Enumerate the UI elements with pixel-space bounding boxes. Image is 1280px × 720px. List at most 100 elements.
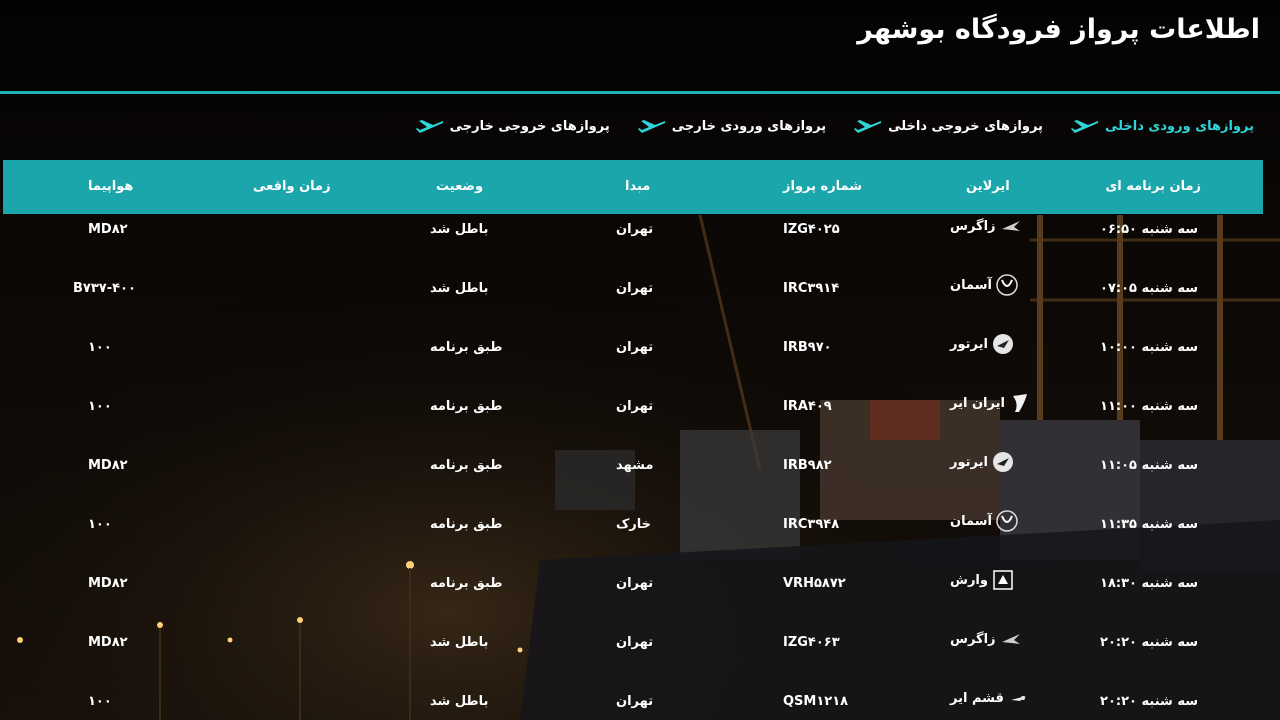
table-row: سه شنبه ۱۸:۳۰ وارش VRH۵۸۷۲ تهران طبق برنامه M… (0, 554, 1280, 613)
table-row: سه شنبه ۱۱:۰۰ ایران ایر IRA۴۰۹ تهران طبق برن… (0, 377, 1280, 436)
aseman-logo-icon (996, 510, 1018, 532)
airline-name: زاگرس (950, 218, 996, 234)
cell-scheduled-time: سه شنبه ۰۷:۰۵ (1100, 281, 1198, 296)
cell-airline: آسمان (950, 510, 1018, 532)
cell-airline: وارش (950, 569, 1014, 591)
plane-icon (637, 120, 665, 133)
table-row: سه شنبه ۰۷:۰۵ آسمان IRC۳۹۱۴ تهران باطل شد B۷۳… (0, 259, 1280, 318)
airtour-logo-icon (992, 452, 1013, 472)
plane-icon (415, 120, 443, 133)
cell-aircraft: B۷۳۷-۴۰۰ (73, 281, 136, 296)
cell-aircraft: MD۸۲ (88, 222, 128, 237)
cell-airline: ایرتور (950, 451, 1014, 473)
cell-origin: تهران (616, 694, 654, 709)
cell-airline: زاگرس (950, 628, 1022, 650)
table-row: سه شنبه ۱۰:۰۰ ایرتور IRB۹۷۰ تهران طبق برنامه… (0, 318, 1280, 377)
cell-flight-number: IRA۴۰۹ (783, 399, 832, 414)
iranair-logo-icon (1012, 394, 1027, 412)
cell-origin: تهران (616, 340, 654, 355)
header-airline: ایرلاین (966, 179, 1010, 194)
airline-name: آسمان (950, 277, 992, 293)
cell-scheduled-time: سه شنبه ۰۶:۵۰ (1100, 222, 1198, 237)
cell-aircraft: ۱۰۰ (88, 340, 112, 355)
table-row: سه شنبه ۱۱:۳۵ آسمان IRC۳۹۴۸ خارک طبق برنامه ۱… (0, 495, 1280, 554)
page-title: اطلاعات پرواز فرودگاه بوشهر (857, 14, 1260, 45)
qeshm-logo-icon (1010, 696, 1026, 701)
cell-status: طبق برنامه (430, 399, 503, 414)
tab-international-arrivals[interactable]: پروازهای ورودی خارجی (624, 111, 840, 141)
cell-origin: تهران (616, 576, 654, 591)
header-origin: مبدا (625, 179, 651, 194)
cell-airline: آسمان (950, 274, 1018, 296)
cell-scheduled-time: سه شنبه ۲۰:۲۰ (1100, 694, 1198, 709)
cell-status: باطل شد (430, 222, 489, 237)
cell-flight-number: IZG۴۰۲۵ (783, 222, 840, 237)
cell-status: طبق برنامه (430, 340, 503, 355)
cell-airline: ایرتور (950, 333, 1014, 355)
airline-name: آسمان (950, 513, 992, 529)
cell-origin: تهران (616, 281, 654, 296)
cell-status: باطل شد (430, 281, 489, 296)
varesh-logo-icon (993, 570, 1013, 590)
cell-status: طبق برنامه (430, 458, 503, 473)
cell-flight-number: IZG۴۰۶۳ (783, 635, 840, 650)
aseman-logo-icon (996, 274, 1018, 296)
plane-icon (1070, 120, 1098, 133)
cell-status: طبق برنامه (430, 576, 503, 591)
airline-name: زاگرس (950, 631, 996, 647)
airline-name: ایرتور (950, 454, 988, 470)
cell-flight-number: IRB۹۷۰ (783, 340, 832, 355)
cell-origin: تهران (616, 222, 654, 237)
cell-scheduled-time: سه شنبه ۱۱:۰۰ (1100, 399, 1198, 414)
airtour-logo-icon (992, 334, 1013, 354)
plane-icon (854, 120, 882, 133)
cell-flight-number: IRB۹۸۲ (783, 458, 832, 473)
cell-aircraft: MD۸۲ (88, 635, 128, 650)
cell-status: طبق برنامه (430, 517, 503, 532)
cell-origin: تهران (616, 399, 654, 414)
page-header: اطلاعات پرواز فرودگاه بوشهر (0, 0, 1280, 94)
header-status: وضعیت (436, 179, 484, 194)
flight-table-header: زمان برنامه ای ایرلاین شماره پرواز مبدا … (3, 160, 1263, 214)
tab-label: پروازهای خروجی داخلی (888, 118, 1043, 134)
cell-aircraft: ۱۰۰ (88, 399, 112, 414)
cell-airline: قشم ایر (950, 687, 1030, 709)
flight-table-body: سه شنبه ۰۶:۵۰ زاگرس IZG۴۰۲۵ تهران باطل شد MD۸… (0, 214, 1280, 720)
header-divider (0, 91, 1280, 94)
tab-domestic-departures[interactable]: پروازهای خروجی داخلی (840, 111, 1057, 141)
zagros-logo-icon (1001, 634, 1020, 644)
cell-aircraft: MD۸۲ (88, 576, 128, 591)
table-row: سه شنبه ۲۰:۲۰ زاگرس IZG۴۰۶۳ تهران باطل شد MD۸… (0, 613, 1280, 672)
header-actual-time: زمان واقعی (253, 179, 331, 194)
cell-origin: مشهد (616, 458, 654, 473)
header-aircraft: هواپیما (88, 179, 134, 194)
cell-origin: تهران (616, 635, 654, 650)
cell-scheduled-time: سه شنبه ۲۰:۲۰ (1100, 635, 1198, 650)
tab-domestic-arrivals[interactable]: پروازهای ورودی داخلی (1057, 111, 1268, 141)
airline-name: ایران ایر (950, 395, 1005, 411)
cell-aircraft: ۱۰۰ (88, 694, 112, 709)
header-flight-number: شماره پرواز (783, 179, 863, 194)
cell-status: باطل شد (430, 694, 489, 709)
cell-flight-number: IRC۳۹۴۸ (783, 517, 840, 532)
tab-label: پروازهای ورودی خارجی (671, 118, 827, 134)
header-scheduled-time: زمان برنامه ای (1105, 179, 1201, 194)
tab-label: پروازهای خروجی خارجی (449, 118, 610, 134)
airline-name: قشم ایر (950, 690, 1004, 706)
tab-international-departures[interactable]: پروازهای خروجی خارجی (402, 111, 624, 141)
cell-flight-number: VRH۵۸۷۲ (783, 576, 846, 591)
cell-aircraft: MD۸۲ (88, 458, 128, 473)
cell-flight-number: IRC۳۹۱۴ (783, 281, 840, 296)
cell-scheduled-time: سه شنبه ۱۰:۰۰ (1100, 340, 1198, 355)
table-row: سه شنبه ۱۱:۰۵ ایرتور IRB۹۸۲ مشهد طبق برنامه M… (0, 436, 1280, 495)
cell-origin: خارک (616, 517, 652, 532)
flight-tabs: پروازهای ورودی داخلی پروازهای خروجی داخل… (402, 111, 1268, 141)
cell-scheduled-time: سه شنبه ۱۱:۰۵ (1100, 458, 1198, 473)
cell-airline: ایران ایر (950, 392, 1031, 414)
cell-scheduled-time: سه شنبه ۱۱:۳۵ (1100, 517, 1198, 532)
airline-name: وارش (950, 572, 988, 588)
cell-flight-number: QSM۱۲۱۸ (783, 694, 849, 709)
table-row: سه شنبه ۲۰:۲۰ قشم ایر QSM۱۲۱۸ تهران باطل شد ۱… (0, 672, 1280, 720)
airline-name: ایرتور (950, 336, 988, 352)
cell-status: باطل شد (430, 635, 489, 650)
